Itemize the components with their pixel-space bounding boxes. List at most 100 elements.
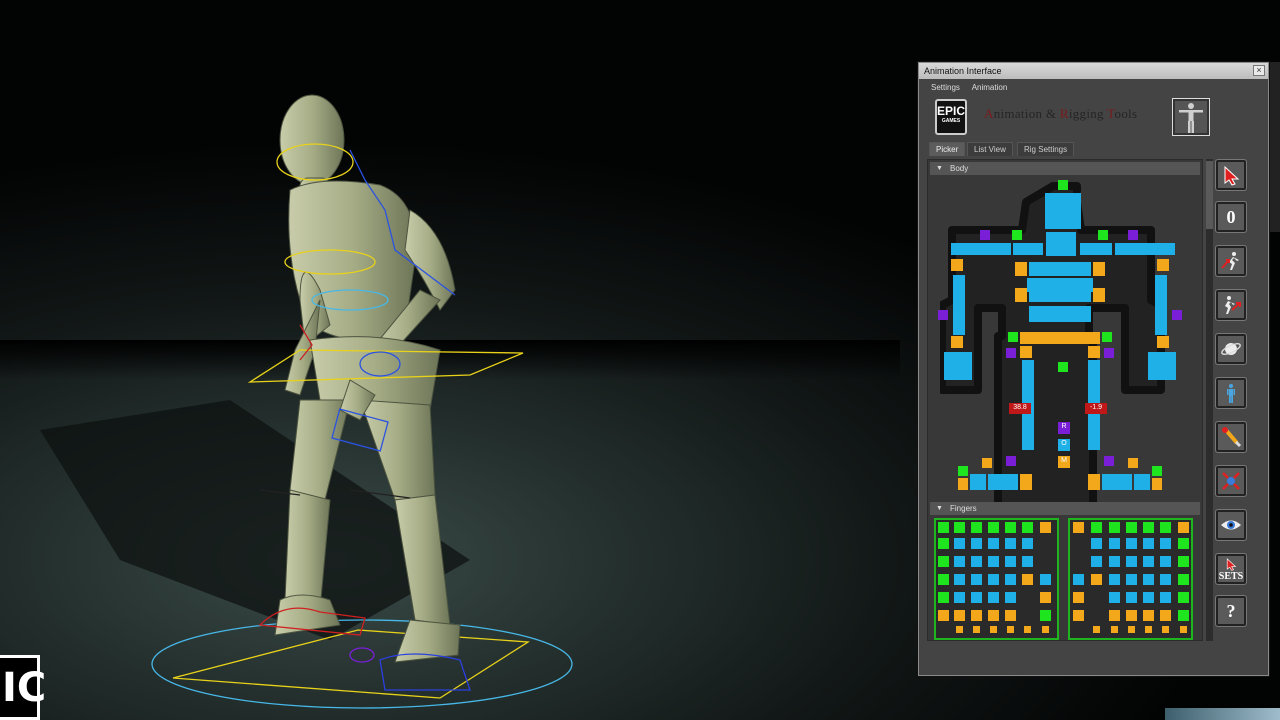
finger-control[interactable] bbox=[1126, 592, 1137, 603]
finger-control[interactable] bbox=[1022, 574, 1033, 585]
finger-control[interactable] bbox=[1180, 626, 1187, 633]
finger-control[interactable] bbox=[1005, 538, 1016, 549]
spine-5-control[interactable] bbox=[1029, 262, 1091, 276]
left-arm-space-control[interactable] bbox=[980, 230, 990, 240]
root-fk-control[interactable] bbox=[1058, 362, 1068, 372]
left-shoulder-fk-control[interactable] bbox=[1012, 230, 1022, 240]
finger-control[interactable] bbox=[1109, 592, 1120, 603]
finger-control[interactable] bbox=[1005, 556, 1016, 567]
finger-control[interactable] bbox=[1178, 574, 1189, 585]
left-heel-control[interactable] bbox=[1020, 474, 1032, 490]
character-scene[interactable] bbox=[0, 0, 900, 720]
right-ball-control[interactable] bbox=[1134, 474, 1150, 490]
finger-control[interactable] bbox=[1160, 574, 1171, 585]
right-toe-ik-control[interactable] bbox=[1152, 478, 1162, 490]
finger-control[interactable] bbox=[1178, 592, 1189, 603]
finger-control[interactable] bbox=[1040, 574, 1051, 585]
finger-control[interactable] bbox=[1178, 610, 1189, 621]
finger-control[interactable] bbox=[1109, 538, 1120, 549]
pelvis-control[interactable] bbox=[1020, 332, 1100, 344]
tab-picker[interactable]: Picker bbox=[929, 142, 966, 156]
sets-button[interactable]: SETS bbox=[1215, 553, 1247, 585]
finger-control[interactable] bbox=[1109, 610, 1120, 621]
paint-button[interactable] bbox=[1215, 421, 1247, 453]
finger-control[interactable] bbox=[954, 522, 965, 533]
left-elbow-ik-control[interactable] bbox=[951, 336, 963, 348]
finger-control[interactable] bbox=[1109, 522, 1120, 533]
finger-control[interactable] bbox=[956, 626, 963, 633]
finger-control[interactable] bbox=[971, 522, 982, 533]
right-shoulder-fk-control[interactable] bbox=[1098, 230, 1108, 240]
finger-control[interactable] bbox=[1109, 574, 1120, 585]
finger-control[interactable] bbox=[1126, 610, 1137, 621]
left-heel-ik-control[interactable] bbox=[982, 458, 992, 468]
scroll-thumb[interactable] bbox=[1206, 161, 1213, 229]
left-leg-space-control[interactable] bbox=[1006, 348, 1016, 358]
finger-control[interactable] bbox=[954, 610, 965, 621]
finger-control[interactable] bbox=[1160, 556, 1171, 567]
right-foot-space-control[interactable] bbox=[1104, 456, 1114, 466]
close-button[interactable]: × bbox=[1253, 65, 1265, 76]
viewport-scrollbar[interactable] bbox=[1268, 62, 1280, 232]
finger-control[interactable] bbox=[971, 592, 982, 603]
finger-control[interactable] bbox=[1005, 574, 1016, 585]
finger-control[interactable] bbox=[988, 574, 999, 585]
master-control-square[interactable] bbox=[172, 629, 531, 699]
center-r-button[interactable]: R bbox=[1058, 422, 1070, 434]
right-heel-control[interactable] bbox=[1088, 474, 1100, 490]
left-foot-space-control[interactable] bbox=[1006, 456, 1016, 466]
spine-3-control[interactable] bbox=[1029, 288, 1091, 302]
finger-control[interactable] bbox=[971, 574, 982, 585]
right-upper-arm-control[interactable] bbox=[1155, 275, 1167, 335]
finger-control[interactable] bbox=[954, 592, 965, 603]
head-fk-control[interactable] bbox=[1058, 180, 1068, 190]
left-shoulder-control[interactable] bbox=[1013, 243, 1043, 255]
finger-control[interactable] bbox=[1091, 538, 1102, 549]
select-tool-button[interactable] bbox=[1215, 159, 1247, 191]
spine-2-control[interactable] bbox=[1029, 306, 1091, 322]
finger-control[interactable] bbox=[1005, 522, 1016, 533]
zero-pose-button[interactable]: 0 bbox=[1215, 201, 1247, 233]
finger-control[interactable] bbox=[1126, 574, 1137, 585]
right-shoulder-control[interactable] bbox=[1080, 243, 1112, 255]
center-o-button[interactable]: O bbox=[1058, 439, 1070, 451]
finger-control[interactable] bbox=[1145, 626, 1152, 633]
left-leg-value-badge[interactable]: 38.8 bbox=[1009, 403, 1031, 414]
finger-control[interactable] bbox=[954, 574, 965, 585]
right-clavicle-control[interactable] bbox=[1115, 243, 1175, 255]
ik-fk-button[interactable] bbox=[1215, 245, 1247, 277]
finger-control[interactable] bbox=[938, 556, 949, 567]
finger-control[interactable] bbox=[971, 610, 982, 621]
character-thumbnail-button[interactable] bbox=[1172, 98, 1210, 136]
left-clavicle-control[interactable] bbox=[951, 243, 1011, 255]
finger-control[interactable] bbox=[1143, 522, 1154, 533]
finger-control[interactable] bbox=[1040, 592, 1051, 603]
head-control[interactable] bbox=[1045, 193, 1081, 229]
finger-control[interactable] bbox=[1178, 538, 1189, 549]
finger-control[interactable] bbox=[1022, 522, 1033, 533]
neck-control[interactable] bbox=[1046, 232, 1076, 256]
spine-ik-control[interactable] bbox=[1093, 262, 1105, 276]
right-elbow-space-control[interactable] bbox=[1172, 310, 1182, 320]
fingers-section-header[interactable]: ▼ Fingers bbox=[930, 502, 1200, 515]
visibility-button[interactable] bbox=[1215, 509, 1247, 541]
right-elbow-ik-control[interactable] bbox=[1157, 336, 1169, 348]
finger-control[interactable] bbox=[988, 610, 999, 621]
finger-control[interactable] bbox=[1024, 626, 1031, 633]
right-heel-ik-control[interactable] bbox=[1128, 458, 1138, 468]
left-ball-control[interactable] bbox=[970, 474, 986, 490]
right-hand-control[interactable] bbox=[1148, 352, 1176, 380]
left-elbow-space-control[interactable] bbox=[938, 310, 948, 320]
left-foot-control[interactable] bbox=[988, 474, 1018, 490]
right-arm-space-control[interactable] bbox=[1128, 230, 1138, 240]
space-switch-button[interactable] bbox=[1215, 333, 1247, 365]
finger-control[interactable] bbox=[1143, 556, 1154, 567]
finger-control[interactable] bbox=[1109, 556, 1120, 567]
right-toe-fk-control[interactable] bbox=[1152, 466, 1162, 476]
finger-control[interactable] bbox=[1160, 592, 1171, 603]
root-control-circle[interactable] bbox=[151, 619, 573, 709]
spine-ik-control[interactable] bbox=[1093, 288, 1105, 302]
finger-control[interactable] bbox=[1178, 522, 1189, 533]
finger-control[interactable] bbox=[1073, 610, 1084, 621]
finger-control[interactable] bbox=[1040, 610, 1051, 621]
